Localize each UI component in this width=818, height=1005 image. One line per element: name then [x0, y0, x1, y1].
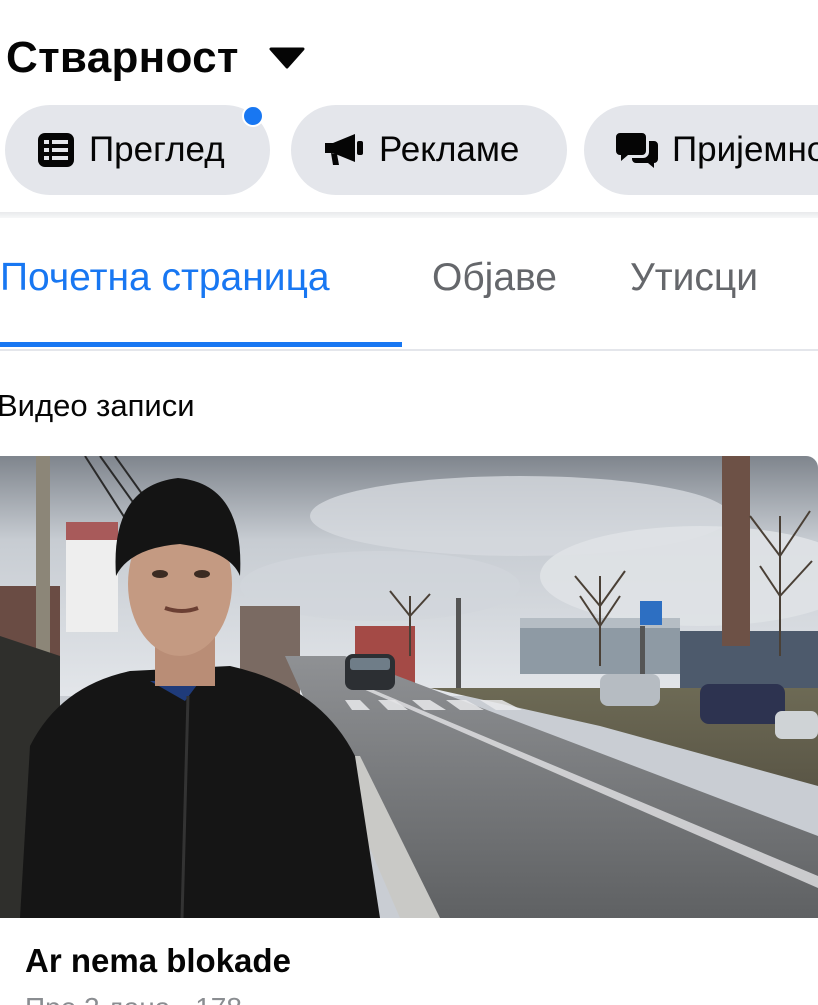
video-title[interactable]: Ar nema blokade	[25, 942, 291, 980]
ads-chip[interactable]: Рекламе	[291, 105, 567, 195]
inbox-chip-label: Пријемно сандуче	[672, 130, 818, 169]
tab-reviews[interactable]: Утисци	[630, 256, 758, 300]
shortcut-chips: Преглед Рекламе Пријемно сандуче	[5, 105, 818, 197]
notification-dot	[242, 105, 264, 127]
overview-chip[interactable]: Преглед	[5, 105, 270, 195]
video-meta: Пре 2 дана · 178	[25, 992, 242, 1005]
page-tabs: Почетна страница Објаве Утисци	[0, 250, 818, 350]
caret-down-icon[interactable]	[269, 47, 305, 69]
tabs-divider	[0, 349, 818, 351]
page: Стварност Преглед Рекламе Пријемно Почет…	[0, 0, 818, 1005]
page-title: Стварност	[6, 33, 239, 82]
overview-chip-label: Преглед	[89, 130, 225, 169]
list-icon	[37, 132, 75, 168]
header-divider	[0, 212, 818, 218]
tab-home[interactable]: Почетна страница	[0, 256, 330, 300]
tab-posts[interactable]: Објаве	[432, 256, 557, 300]
page-switcher[interactable]: Стварност	[6, 28, 305, 88]
inbox-chip[interactable]: Пријемно сандуче	[584, 105, 818, 195]
chat-bubbles-icon	[616, 131, 658, 169]
section-title: Видео записи	[0, 388, 195, 423]
active-tab-indicator	[0, 342, 402, 347]
megaphone-icon	[323, 133, 365, 167]
video-thumbnail[interactable]	[0, 456, 818, 918]
ads-chip-label: Рекламе	[379, 130, 520, 169]
